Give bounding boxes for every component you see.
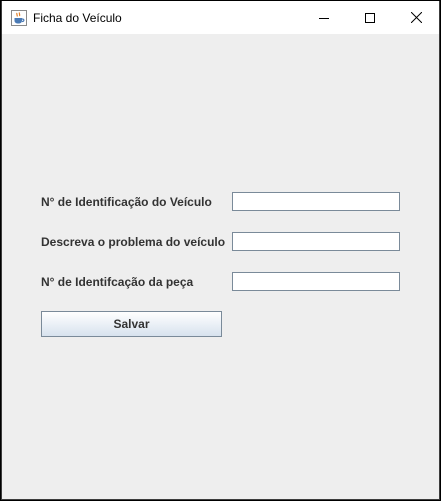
minimize-icon [319,8,329,27]
part-id-label: N° de Identifcação da peça [41,275,194,289]
vehicle-id-field[interactable] [232,192,400,211]
maximize-icon [365,8,375,27]
maximize-button[interactable] [347,1,393,34]
save-button[interactable]: Salvar [41,311,222,337]
part-id-field[interactable] [232,272,400,291]
vehicle-id-label: N° de Identificação do Veículo [41,195,212,209]
close-button[interactable] [393,1,439,34]
minimize-button[interactable] [301,1,347,34]
form-panel: N° de Identificação do Veículo Descreva … [2,34,439,499]
title-bar[interactable]: Ficha do Veículo [2,1,439,34]
problem-description-field[interactable] [232,232,400,251]
app-window: Ficha do Veículo N° de Identificação do … [1,1,440,500]
problem-description-label: Descreva o problema do veículo [41,235,226,249]
window-title: Ficha do Veículo [33,11,122,25]
java-coffee-cup-icon [11,10,27,26]
close-icon [410,8,422,27]
